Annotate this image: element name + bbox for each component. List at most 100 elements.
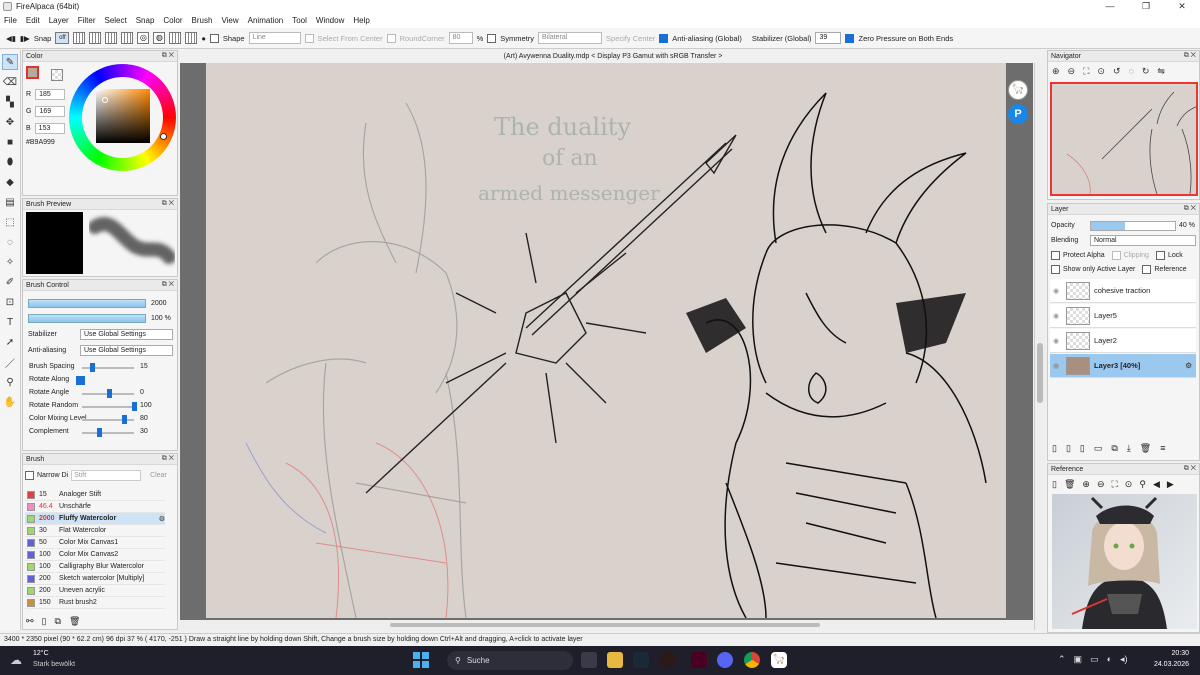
layer-visibility-icon[interactable]: ◉ — [1050, 362, 1062, 370]
layer-menu-icon[interactable]: ≡ — [1160, 443, 1165, 454]
slider-knob[interactable] — [107, 389, 112, 398]
rect-select-tool-icon[interactable]: ⬚ — [2, 214, 18, 230]
slider-knob[interactable] — [97, 428, 102, 437]
brush-tool-icon[interactable]: ✎ — [2, 54, 18, 70]
menu-layer[interactable]: Layer — [49, 16, 69, 25]
round-corner-checkbox[interactable] — [386, 33, 396, 43]
brush-opacity-bar[interactable] — [28, 314, 146, 323]
select-pen-tool-icon[interactable]: ✐ — [2, 274, 18, 290]
duplicate-layer-icon[interactable]: ⧉ — [1111, 443, 1117, 454]
stabilizer-select[interactable]: 39 — [815, 32, 842, 44]
menu-file[interactable]: File — [4, 16, 17, 25]
layer-opacity-slider[interactable] — [1090, 221, 1176, 231]
panel-controls-icon[interactable]: ⧉ ✕ — [162, 200, 174, 208]
snap-off-button[interactable]: off — [55, 32, 70, 44]
list-item[interactable]: 200 Sketch watercolor [Multiply] — [25, 573, 165, 585]
list-item[interactable]: 150 Rust brush2 — [25, 597, 165, 609]
snap-circle-icon[interactable]: ◎ — [137, 32, 150, 44]
horizontal-scrollbar[interactable] — [180, 620, 1033, 630]
list-item[interactable]: 46.4 Unschärfe — [25, 501, 165, 513]
layer-row-selected[interactable]: ◉ Layer3 [40%] ⚙ — [1050, 354, 1196, 378]
file-explorer-icon[interactable] — [607, 652, 623, 668]
menu-brush[interactable]: Brush — [192, 16, 213, 25]
eyedropper-tool-icon[interactable]: ⚲ — [2, 374, 18, 390]
zoom-in-icon[interactable]: ⊕ — [1052, 66, 1060, 77]
zoom-actual-icon[interactable]: ⊙ — [1125, 479, 1133, 490]
weather-description[interactable]: Stark bewölkt — [33, 661, 75, 668]
new-layer-icon[interactable]: ▯ — [1052, 443, 1057, 454]
reference-image[interactable] — [1052, 494, 1197, 629]
vertical-scrollbar[interactable] — [1034, 63, 1046, 630]
maximize-icon[interactable]: ❐ — [1128, 1, 1164, 12]
undo-icon[interactable]: ◀▮ — [6, 34, 16, 43]
layer-visibility-icon[interactable]: ◉ — [1050, 287, 1062, 295]
layer-visibility-icon[interactable]: ◉ — [1050, 337, 1062, 345]
rotate-along-checkbox[interactable] — [76, 376, 85, 385]
anti-aliasing-dropdown[interactable]: Use Global Settings — [80, 345, 173, 356]
show-only-active-checkbox[interactable] — [1051, 265, 1060, 274]
list-item[interactable]: 50 Color Mix Canvas1 — [25, 537, 165, 549]
tray-display-icon[interactable]: ▭ — [1090, 654, 1099, 665]
panel-controls-icon[interactable]: ⧉ ✕ — [162, 52, 174, 60]
zoom-actual-icon[interactable]: ⊙ — [1097, 66, 1105, 77]
snap-grid-icon[interactable] — [169, 32, 182, 44]
firealpaca-taskbar-icon[interactable]: 🦙 — [771, 652, 787, 668]
vertical-scroll-thumb[interactable] — [1037, 343, 1043, 403]
select-from-center-checkbox[interactable] — [304, 33, 314, 43]
panel-controls-icon[interactable]: ⧉ ✕ — [1184, 465, 1196, 473]
blending-select[interactable]: Normal — [1090, 235, 1196, 246]
narrow-down-checkbox[interactable] — [25, 471, 34, 480]
document-tab[interactable]: (Art) Avywenna Duality.mdp < Display P3 … — [180, 50, 1046, 63]
foreground-color-swatch[interactable] — [26, 66, 39, 79]
snap-parallel-icon[interactable] — [73, 32, 86, 44]
redo-icon[interactable]: ▮▶ — [20, 34, 30, 43]
merge-down-icon[interactable]: ⤓ — [1127, 443, 1131, 454]
zoom-fit-icon[interactable]: ⛶ — [1083, 66, 1089, 77]
green-input[interactable]: 169 — [35, 106, 66, 117]
delete-layer-icon[interactable]: 🗑 — [1140, 443, 1151, 454]
indesign-icon[interactable] — [691, 652, 707, 668]
layer-row[interactable]: ◉ Layer5 — [1050, 304, 1196, 328]
new-1bit-layer-icon[interactable]: ▯ — [1080, 443, 1085, 454]
clock-time[interactable]: 20:30 — [1151, 650, 1189, 657]
list-item[interactable]: 200 Uneven acrylic — [25, 585, 165, 597]
brush-size-bar[interactable] — [28, 299, 146, 308]
menu-color[interactable]: Color — [163, 16, 182, 25]
alpaca-mascot-icon[interactable]: 🦙 — [1008, 80, 1028, 100]
prev-reference-icon[interactable]: ◀ — [1153, 479, 1160, 490]
layer-visibility-icon[interactable]: ◉ — [1050, 312, 1062, 320]
list-item[interactable]: 100 Color Mix Canvas2 — [25, 549, 165, 561]
transform-tool-icon[interactable]: ⊡ — [2, 294, 18, 310]
new-folder-icon[interactable]: ▭ — [1094, 443, 1103, 454]
menu-select[interactable]: Select — [104, 16, 126, 25]
zero-pressure-checkbox[interactable] — [845, 33, 855, 43]
panel-controls-icon[interactable]: ⧉ ✕ — [1184, 205, 1196, 213]
menu-view[interactable]: View — [221, 16, 238, 25]
menu-window[interactable]: Window — [316, 16, 344, 25]
panel-controls-icon[interactable]: ⧉ ✕ — [1184, 52, 1196, 60]
next-reference-icon[interactable]: ▶ — [1167, 479, 1174, 490]
menu-snap[interactable]: Snap — [136, 16, 155, 25]
horizontal-scroll-thumb[interactable] — [390, 623, 820, 627]
snap-curve-icon[interactable]: ◍ — [153, 32, 166, 44]
zoom-out-icon[interactable]: ⊖ — [1097, 479, 1105, 490]
brush-settings-icon[interactable]: ⚙ — [159, 515, 165, 523]
layer-row[interactable]: ◉ Layer2 — [1050, 329, 1196, 353]
panel-controls-icon[interactable]: ⧉ ✕ — [162, 455, 174, 463]
snap-dot-icon[interactable]: ● — [201, 34, 206, 43]
start-menu-icon[interactable] — [413, 652, 429, 668]
lock-checkbox[interactable] — [1155, 251, 1165, 260]
list-item[interactable]: 100 Calligraphy Blur Watercolor — [25, 561, 165, 573]
weather-temp[interactable]: 12°C — [33, 650, 49, 657]
zoom-out-icon[interactable]: ⊖ — [1068, 66, 1076, 77]
panel-controls-icon[interactable]: ⧉ ✕ — [162, 281, 174, 289]
pen-pressure-icon[interactable]: P — [1008, 104, 1028, 124]
menu-edit[interactable]: Edit — [26, 16, 40, 25]
symmetry-select[interactable]: Bilateral — [538, 32, 603, 44]
menu-help[interactable]: Help — [353, 16, 369, 25]
menu-tool[interactable]: Tool — [292, 16, 307, 25]
round-corner-input[interactable]: 80 — [448, 32, 473, 44]
menu-filter[interactable]: Filter — [78, 16, 96, 25]
open-reference-icon[interactable]: ▯ — [1052, 479, 1057, 490]
hex-value[interactable]: #B9A999 — [26, 139, 55, 146]
